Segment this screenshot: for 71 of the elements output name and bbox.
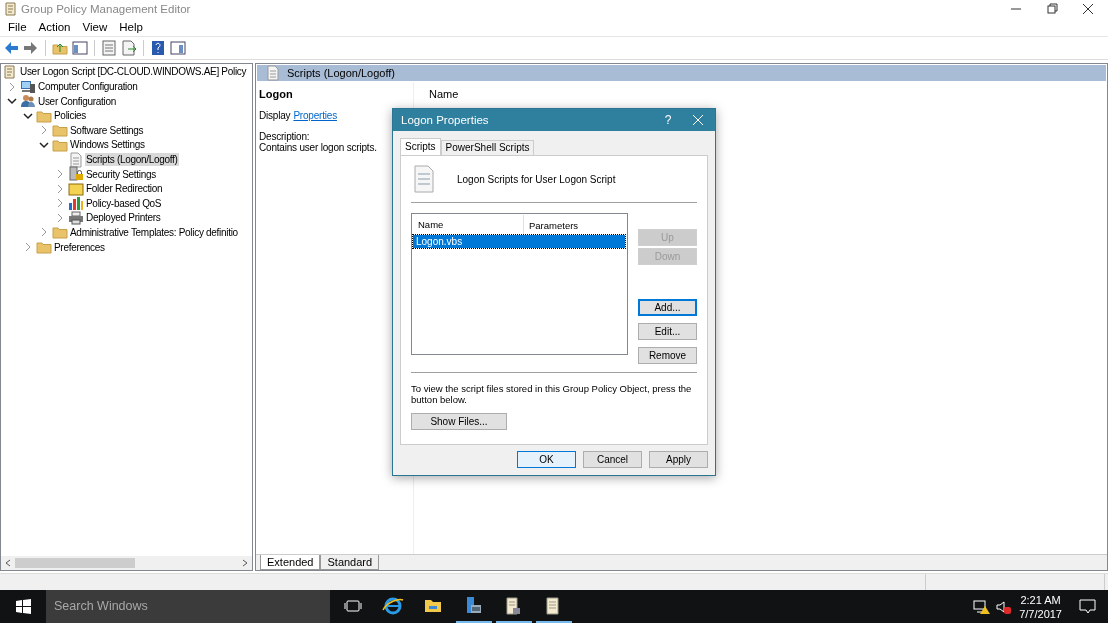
search-field[interactable]: Search Windows xyxy=(46,590,330,623)
column-header[interactable]: Parameters xyxy=(524,219,626,231)
collapse-chevron-icon[interactable] xyxy=(22,110,33,121)
tree-item[interactable]: Windows Settings xyxy=(69,138,146,152)
scroll-icon xyxy=(2,63,18,80)
dialog-button[interactable]: Apply xyxy=(649,451,708,468)
tree-item[interactable]: Software Settings xyxy=(69,123,145,137)
tree-item[interactable]: User Configuration xyxy=(37,94,117,108)
forward-icon[interactable] xyxy=(23,39,39,56)
collapse-chevron-icon[interactable] xyxy=(6,96,17,107)
details-title: Scripts (Logon/Logoff) xyxy=(287,66,396,79)
scroll-icon xyxy=(3,1,17,17)
scroll-right-icon[interactable] xyxy=(241,559,249,568)
dialog-tab[interactable]: Scripts xyxy=(400,138,441,155)
menu-item[interactable]: Action xyxy=(32,20,77,33)
clock-date[interactable]: 7/7/2017 xyxy=(1019,606,1062,621)
scroll-left-icon[interactable] xyxy=(4,559,12,568)
tree-item[interactable]: Scripts (Logon/Logoff) xyxy=(85,153,179,166)
users-icon xyxy=(20,93,36,110)
bar-chart-icon xyxy=(68,195,84,212)
tree-item[interactable]: User Logon Script [DC-CLOUD.WINDOWS.AE] Policy xyxy=(19,65,248,79)
dialog-heading: Logon Scripts for User Logon Script xyxy=(457,173,616,185)
dialog-button[interactable]: OK xyxy=(517,451,576,468)
pane-icon[interactable] xyxy=(72,39,88,56)
collapse-chevron-icon[interactable] xyxy=(38,139,49,150)
document-icon xyxy=(68,151,84,168)
folder-icon xyxy=(52,224,68,241)
column-header[interactable]: Name xyxy=(429,87,459,100)
window-title: Group Policy Management Editor xyxy=(21,3,192,15)
tree-item[interactable]: Preferences xyxy=(53,240,106,254)
view-tab[interactable]: Extended xyxy=(260,555,321,571)
tree-item[interactable]: Administrative Templates: Policy definitio xyxy=(69,226,239,239)
description-label: Description: xyxy=(259,130,311,142)
tree-item[interactable]: Security Settings xyxy=(85,167,157,181)
network-warning-icon xyxy=(973,598,992,615)
view-icon[interactable] xyxy=(170,39,186,56)
tree-item[interactable]: Policies xyxy=(53,109,88,123)
clock-time[interactable]: 2:21 AM xyxy=(1020,592,1061,607)
dialog-title: Logon Properties xyxy=(400,114,490,126)
dialog-button[interactable]: Edit... xyxy=(638,323,697,340)
dialog-button[interactable]: Remove xyxy=(638,347,697,364)
tree-item[interactable]: Policy-based QoS xyxy=(85,196,163,210)
menu-item[interactable]: View xyxy=(76,20,114,33)
tree-item[interactable]: Deployed Printers xyxy=(85,211,162,225)
tree-item[interactable]: Computer Configuration xyxy=(37,80,139,94)
menu-item[interactable]: File xyxy=(2,20,33,33)
export-icon[interactable] xyxy=(121,39,137,56)
computer-icon xyxy=(20,78,36,95)
printer-icon xyxy=(68,209,84,226)
display-label: Display xyxy=(259,109,291,121)
info-text: To view the script files stored in this Group Policy Object, press the button below. xyxy=(411,383,693,405)
folder-icon xyxy=(52,122,68,139)
help-icon[interactable] xyxy=(150,39,166,56)
show-files-button[interactable]: Show Files... xyxy=(411,413,507,430)
help-button[interactable]: ? xyxy=(655,113,681,127)
scripts-list[interactable]: Name Parameters Logon.vbs xyxy=(411,213,628,355)
view-tab[interactable]: Standard xyxy=(320,555,380,571)
script-document-icon xyxy=(413,165,435,193)
speaker-muted-icon[interactable] xyxy=(995,598,1014,615)
folder-icon xyxy=(68,180,84,197)
folder-icon xyxy=(36,239,52,256)
section-heading: Logon xyxy=(259,87,294,100)
properties-link[interactable]: Properties xyxy=(293,109,337,121)
horizontal-scrollbar[interactable] xyxy=(1,556,252,571)
server-lock-icon xyxy=(68,166,84,183)
dialog-button[interactable]: Add... xyxy=(638,299,697,316)
dialog-button[interactable]: Cancel xyxy=(583,451,642,468)
tree-item[interactable]: Folder Redirection xyxy=(85,182,164,196)
list-row[interactable]: Logon.vbs xyxy=(413,235,625,248)
dialog-tab[interactable]: PowerShell Scripts xyxy=(440,140,535,155)
menu-item[interactable]: Help xyxy=(113,20,149,33)
